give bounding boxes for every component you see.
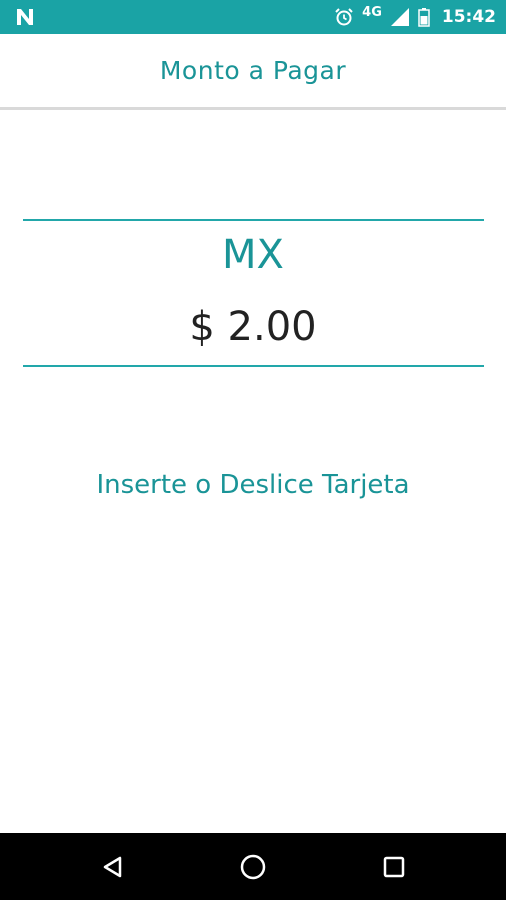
home-button[interactable] xyxy=(233,847,273,887)
navigation-bar xyxy=(0,833,506,900)
status-bar: 4G 15:42 xyxy=(0,0,506,34)
back-icon xyxy=(103,856,122,878)
page-title: Monto a Pagar xyxy=(159,56,347,85)
amount-value: $ 2.00 xyxy=(189,304,317,350)
app-bar: Monto a Pagar xyxy=(0,34,506,110)
card-instruction-text: Inserte o Deslice Tarjeta xyxy=(96,470,410,500)
alarm-icon xyxy=(335,8,353,26)
recents-icon xyxy=(383,856,405,878)
recents-button[interactable] xyxy=(374,847,414,887)
network-type-label: 4G xyxy=(362,4,382,20)
clock-time: 15:42 xyxy=(441,7,496,27)
top-divider xyxy=(23,219,484,221)
battery-icon xyxy=(418,8,430,27)
back-button[interactable] xyxy=(93,847,133,887)
signal-icon xyxy=(390,8,409,26)
currency-label: MX xyxy=(222,232,284,278)
notification-n-icon xyxy=(17,9,33,25)
home-icon xyxy=(240,854,266,880)
bottom-divider xyxy=(23,365,484,367)
